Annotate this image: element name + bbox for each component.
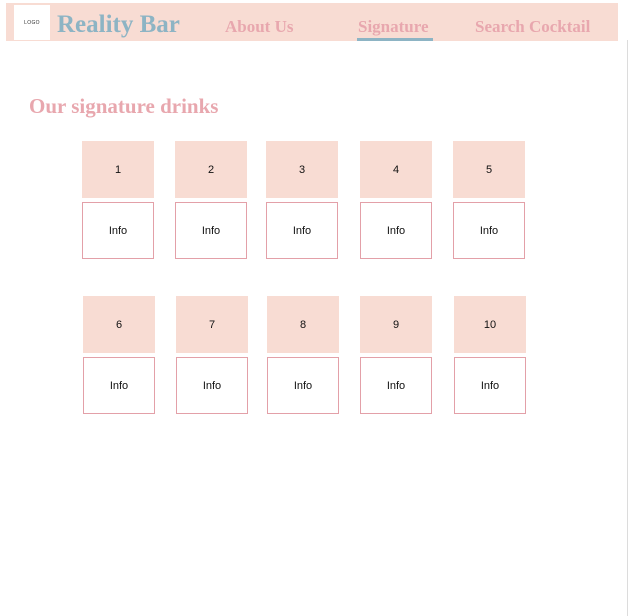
drink-card: 9 Info (360, 296, 432, 414)
drink-card: 1 Info (82, 141, 154, 259)
drink-info-button[interactable]: Info (454, 357, 526, 414)
drink-card: 3 Info (266, 141, 338, 259)
drink-number-tile[interactable]: 3 (266, 141, 338, 198)
page: LOGO Reality Bar About Us Signature Sear… (0, 0, 632, 616)
drink-card: 8 Info (267, 296, 339, 414)
drink-number-tile[interactable]: 10 (454, 296, 526, 353)
drink-info-button[interactable]: Info (360, 202, 432, 259)
drink-info-button[interactable]: Info (82, 202, 154, 259)
drink-card: 10 Info (454, 296, 526, 414)
drink-number-tile[interactable]: 8 (267, 296, 339, 353)
drink-card: 7 Info (176, 296, 248, 414)
drink-info-button[interactable]: Info (176, 357, 248, 414)
drink-info-button[interactable]: Info (360, 357, 432, 414)
drink-info-button[interactable]: Info (175, 202, 247, 259)
drink-number-tile[interactable]: 4 (360, 141, 432, 198)
drink-info-button[interactable]: Info (453, 202, 525, 259)
drink-number-tile[interactable]: 7 (176, 296, 248, 353)
drink-number-tile[interactable]: 9 (360, 296, 432, 353)
drink-number-tile[interactable]: 1 (82, 141, 154, 198)
drink-card: 2 Info (175, 141, 247, 259)
drink-card: 5 Info (453, 141, 525, 259)
drink-number-tile[interactable]: 6 (83, 296, 155, 353)
drink-grid: 1 Info 2 Info 3 Info 4 Info 5 Info 6 Inf… (0, 0, 632, 616)
drink-number-tile[interactable]: 5 (453, 141, 525, 198)
drink-card: 4 Info (360, 141, 432, 259)
drink-info-button[interactable]: Info (266, 202, 338, 259)
drink-card: 6 Info (83, 296, 155, 414)
drink-info-button[interactable]: Info (267, 357, 339, 414)
drink-number-tile[interactable]: 2 (175, 141, 247, 198)
drink-info-button[interactable]: Info (83, 357, 155, 414)
